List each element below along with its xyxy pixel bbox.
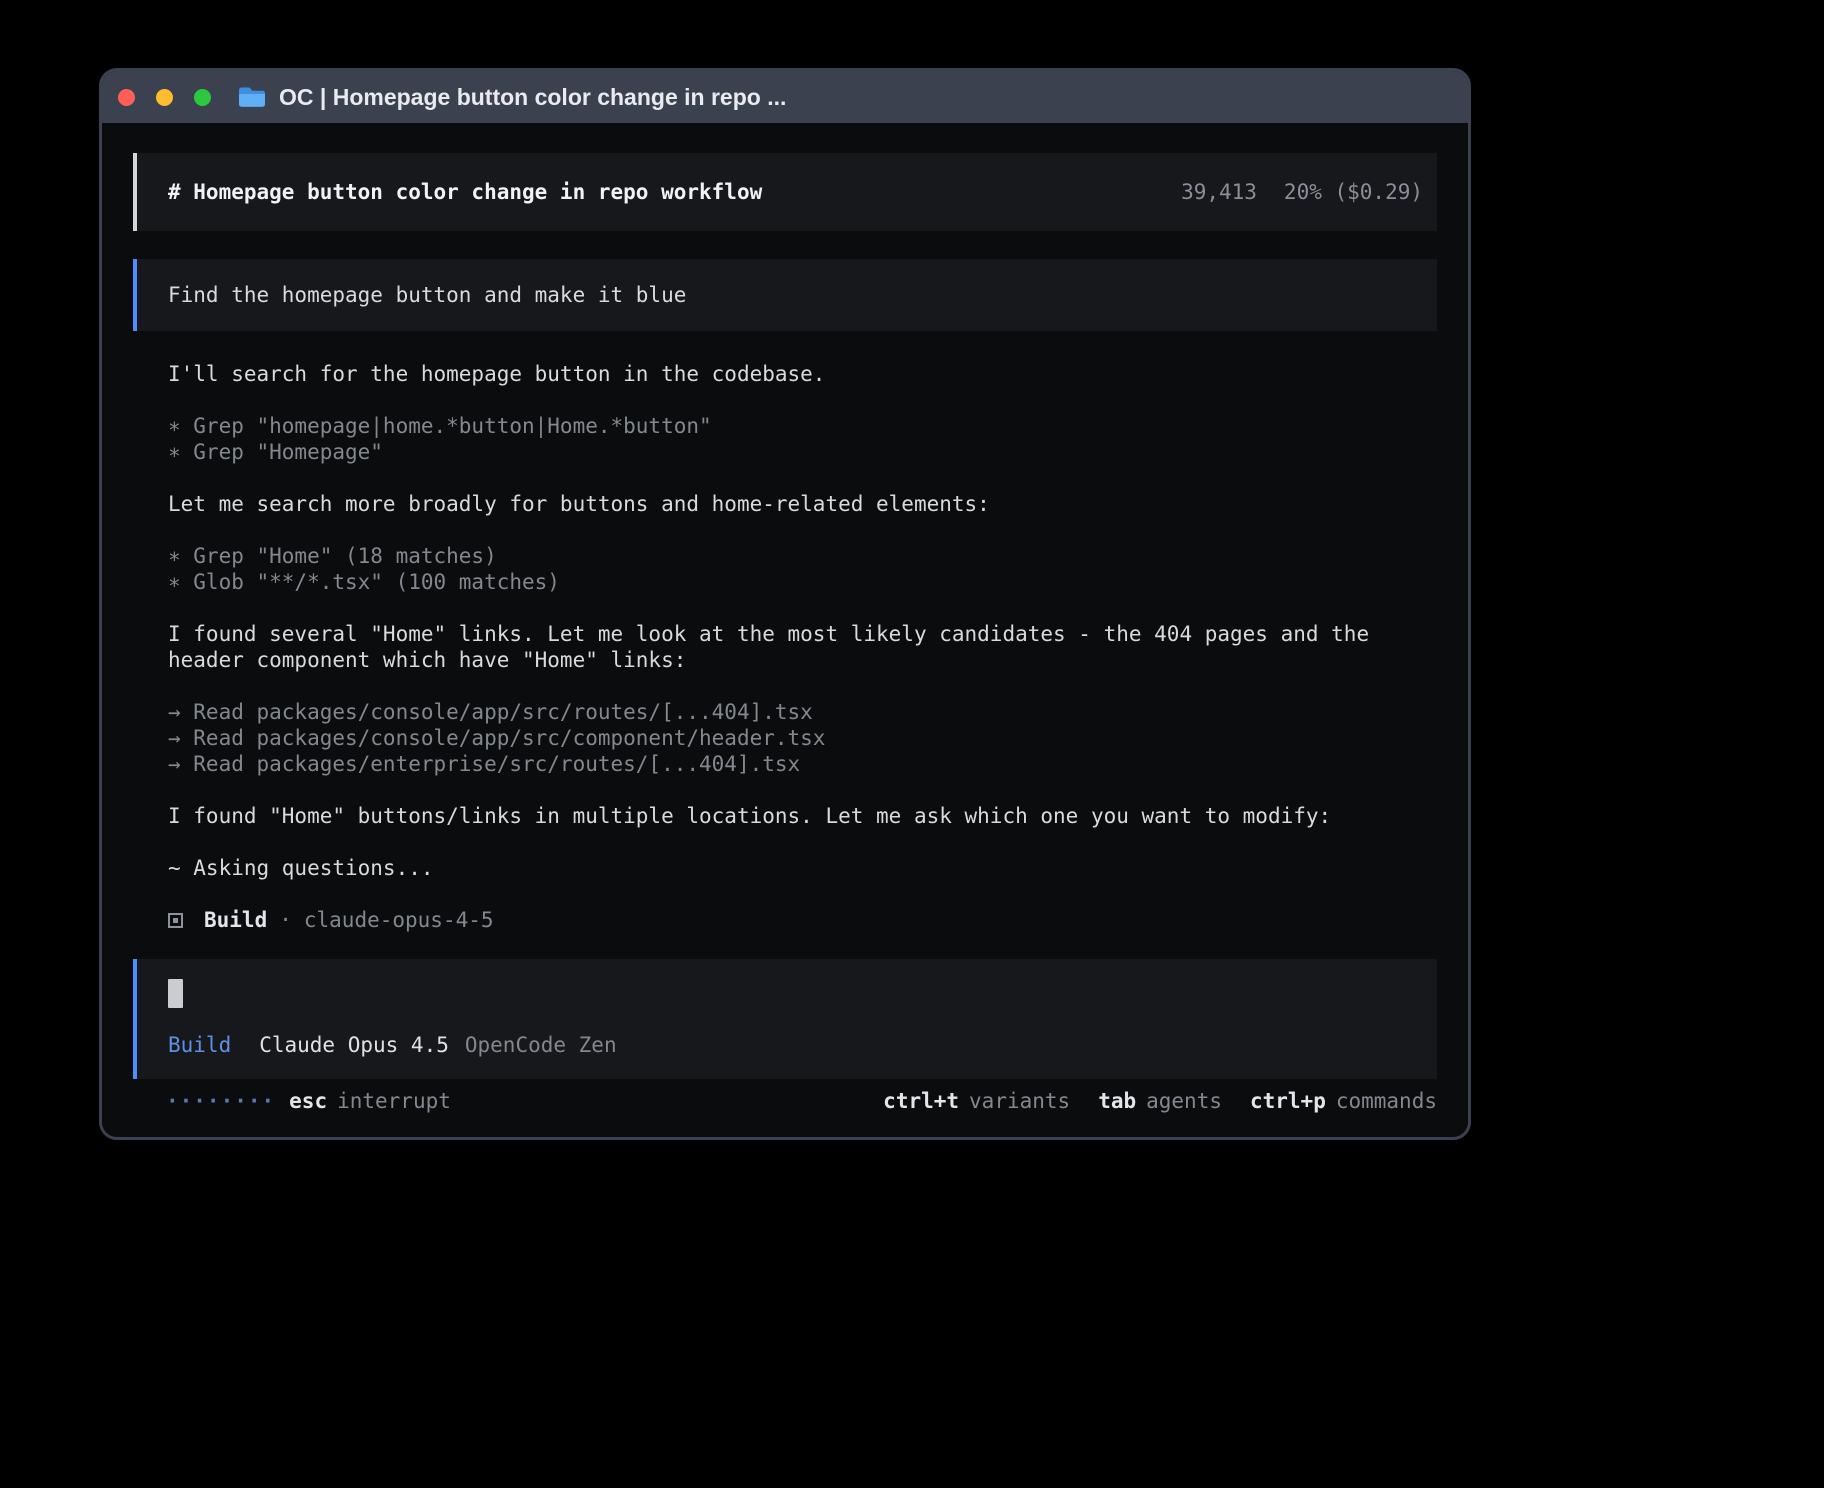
variants-hint: ctrl+t variants: [883, 1089, 1070, 1113]
commands-label: commands: [1336, 1089, 1437, 1113]
tool-call-line: → Read packages/console/app/src/componen…: [168, 725, 1437, 751]
build-agent-icon: [168, 913, 183, 928]
status-bar-right: ctrl+t variants tab agents ctrl+p comman…: [883, 1089, 1437, 1113]
model-name: claude-opus-4-5: [304, 907, 494, 933]
terminal-content: # Homepage button color change in repo w…: [102, 123, 1468, 1137]
tool-call-line: ∗ Glob "**/*.tsx" (100 matches): [168, 569, 1437, 595]
terminal-window: OC | Homepage button color change in rep…: [99, 68, 1471, 1140]
commands-hint: ctrl+p commands: [1250, 1089, 1437, 1113]
input-meta-row: Build Claude Opus 4.5 OpenCode Zen: [168, 1033, 1406, 1057]
context-usage: 20% ($0.29): [1284, 180, 1423, 204]
status-bar: ········ esc interrupt ctrl+t variants t…: [133, 1089, 1437, 1137]
agent-name: Build: [204, 907, 267, 933]
folder-icon: [237, 85, 267, 109]
status-separator: ·: [279, 907, 292, 933]
text-cursor: [168, 979, 183, 1008]
assistant-text-block: I found several "Home" links. Let me loo…: [168, 621, 1437, 673]
variants-label: variants: [969, 1089, 1070, 1113]
agents-hint: tab agents: [1098, 1089, 1222, 1113]
close-button[interactable]: [118, 89, 135, 106]
agent-status-line: Build · claude-opus-4-5: [168, 907, 1437, 933]
assistant-response: I'll search for the homepage button in t…: [133, 361, 1437, 959]
window-titlebar[interactable]: OC | Homepage button color change in rep…: [102, 71, 1468, 123]
ctrl-p-key: ctrl+p: [1250, 1089, 1326, 1113]
session-stats: 39,413 20% ($0.29): [1181, 180, 1423, 204]
user-message-text: Find the homepage button and make it blu…: [168, 283, 686, 307]
esc-hint: esc interrupt: [289, 1089, 451, 1113]
user-message: Find the homepage button and make it blu…: [133, 259, 1437, 331]
tool-call-block: → Read packages/console/app/src/routes/[…: [168, 699, 1437, 777]
traffic-lights: [118, 89, 211, 106]
minimize-button[interactable]: [156, 89, 173, 106]
assistant-text-block: Let me search more broadly for buttons a…: [168, 491, 1437, 517]
assistant-text-line: ~ Asking questions...: [168, 855, 1437, 881]
session-title: # Homepage button color change in repo w…: [168, 180, 762, 204]
input-provider-label: OpenCode Zen: [465, 1033, 617, 1057]
assistant-text-line: I'll search for the homepage button in t…: [168, 361, 1437, 387]
esc-label: interrupt: [337, 1089, 451, 1113]
tool-call-block: ∗ Grep "Home" (18 matches) ∗ Glob "**/*.…: [168, 543, 1437, 595]
agents-label: agents: [1146, 1089, 1222, 1113]
assistant-text-line: Let me search more broadly for buttons a…: [168, 491, 1437, 517]
zoom-button[interactable]: [194, 89, 211, 106]
input-agent-label[interactable]: Build: [168, 1033, 231, 1057]
input-model-label[interactable]: Claude Opus 4.5: [259, 1033, 449, 1057]
assistant-text-block: I'll search for the homepage button in t…: [168, 361, 1437, 387]
tool-call-line: → Read packages/enterprise/src/routes/[.…: [168, 751, 1437, 777]
tool-call-line: ∗ Grep "Homepage": [168, 439, 1437, 465]
assistant-text-line: I found "Home" buttons/links in multiple…: [168, 803, 1437, 829]
esc-key: esc: [289, 1089, 327, 1113]
tool-call-line: ∗ Grep "Home" (18 matches): [168, 543, 1437, 569]
tab-key: tab: [1098, 1089, 1136, 1113]
assistant-text-line: I found several "Home" links. Let me loo…: [168, 621, 1437, 673]
assistant-text-block: I found "Home" buttons/links in multiple…: [168, 803, 1437, 829]
session-header: # Homepage button color change in repo w…: [133, 153, 1437, 231]
window-title-area: OC | Homepage button color change in rep…: [237, 84, 786, 111]
prompt-input[interactable]: Build Claude Opus 4.5 OpenCode Zen: [133, 959, 1437, 1079]
token-count: 39,413: [1181, 180, 1257, 204]
ctrl-t-key: ctrl+t: [883, 1089, 959, 1113]
status-bar-left: ········ esc interrupt: [166, 1089, 451, 1113]
assistant-text-block: ~ Asking questions...: [168, 855, 1437, 881]
tool-call-line: → Read packages/console/app/src/routes/[…: [168, 699, 1437, 725]
window-title: OC | Homepage button color change in rep…: [279, 84, 786, 111]
spinner-dots: ········: [166, 1089, 275, 1113]
tool-call-block: ∗ Grep "homepage|home.*button|Home.*butt…: [168, 413, 1437, 465]
tool-call-line: ∗ Grep "homepage|home.*button|Home.*butt…: [168, 413, 1437, 439]
